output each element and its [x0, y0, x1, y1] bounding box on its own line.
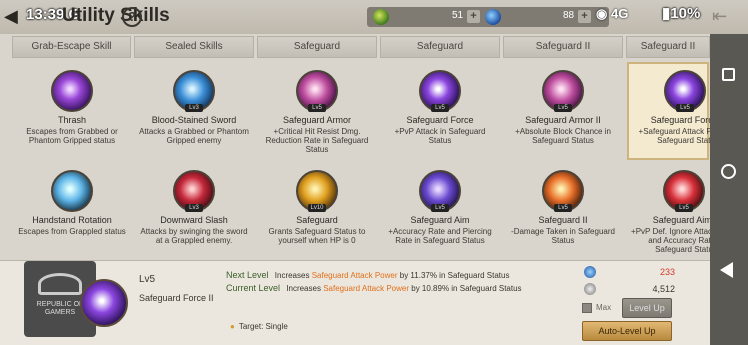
skill-safeguard-aim[interactable]: Lv5 Safeguard Aim +Accuracy Rate and Pie…	[379, 164, 501, 260]
current-level-label: Current Level	[226, 283, 281, 293]
category-grab-escape: Grab-Escape Skill	[12, 36, 131, 58]
selected-skill-name: Safeguard Force II	[139, 293, 214, 303]
next-level-stat: Safeguard Attack Power	[311, 271, 398, 280]
skill-name: Blood-Stained Sword	[151, 115, 237, 125]
currency-bar: 51 + 88 +	[367, 7, 609, 27]
signal-icon: ◉	[596, 6, 608, 21]
category-safeguard-ii-1: Safeguard II	[503, 36, 623, 58]
cost-1-value: 233	[659, 267, 675, 277]
next-level-row: Next Level Increases Safeguard Attack Po…	[226, 270, 510, 280]
skill-desc: Escapes from Grabbed or Phantom Gripped …	[26, 127, 118, 145]
category-safeguard-2: Safeguard	[380, 36, 500, 58]
skill-name: Safeguard II	[538, 215, 588, 225]
handstand-rotation-icon	[51, 170, 93, 212]
level-up-button[interactable]: Level Up	[622, 298, 672, 318]
level-badge: Lv5	[431, 104, 449, 112]
add-currency-2-button[interactable]: +	[578, 10, 591, 23]
skill-desc: +Accuracy Rate and Piercing Rate in Safe…	[388, 227, 492, 245]
skill-handstand-rotation[interactable]: Handstand Rotation Escapes from Grappled…	[11, 164, 133, 260]
currency-1-value: 51	[452, 10, 464, 21]
thrash-icon	[51, 70, 93, 112]
current-level-stat: Safeguard Attack Power	[323, 284, 410, 293]
skill-name: Thrash	[57, 115, 86, 125]
skill-desc: +Critical Hit Resist Dmg. Reduction Rate…	[265, 127, 369, 154]
skill-name: Safeguard	[296, 215, 338, 225]
selected-skill-level: Lv5	[139, 274, 156, 285]
skill-name: Safeguard Armor II	[525, 115, 601, 125]
skill-safeguard-armor-ii[interactable]: Lv5 Safeguard Armor II +Absolute Block C…	[502, 64, 624, 160]
category-safeguard-ii-2: Safeguard II	[626, 36, 710, 58]
skill-safeguard-force[interactable]: Lv5 Safeguard Force +PvP Attack in Safeg…	[379, 64, 501, 160]
blue-gem-icon	[584, 266, 596, 278]
rog-eye-icon	[38, 273, 82, 295]
signal-indicator: ◉ 4G	[596, 6, 629, 21]
next-level-label: Next Level	[226, 270, 269, 280]
target-info: ● Target: Single	[230, 322, 288, 331]
skill-name: Safeguard Armor	[282, 115, 352, 125]
android-nav-bar	[710, 34, 748, 345]
skill-safeguard[interactable]: Lv10 Safeguard Grants Safeguard Status t…	[256, 164, 378, 260]
level-badge: Lv5	[431, 204, 449, 212]
level-badge: Lv5	[554, 204, 572, 212]
skill-name: Safeguard Aim	[410, 215, 470, 225]
skill-grid: Thrash Escapes from Grabbed or Phantom G…	[0, 60, 741, 260]
nav-back-icon[interactable]	[720, 262, 733, 278]
cost-2-value: 4,512	[652, 284, 675, 294]
skill-safeguard-force-ii[interactable]: Lv5 Safeguard Force II +Safeguard Attack…	[627, 62, 737, 160]
skill-thrash[interactable]: Thrash Escapes from Grabbed or Phantom G…	[11, 64, 133, 160]
skill-safeguard-ii[interactable]: Lv5 Safeguard II -Damage Taken in Safegu…	[502, 164, 624, 260]
currency-2-value: 88	[563, 10, 575, 21]
back-arrow-icon[interactable]: ◀	[4, 6, 26, 26]
level-badge: Lv3	[185, 204, 203, 212]
category-header-row: Grab-Escape Skill Sealed Skills Safeguar…	[0, 36, 710, 60]
skill-desc: Escapes from Grappled status	[18, 227, 126, 236]
skill-safeguard-aim-ii[interactable]: Lv5 Safeguard Aim II +PvP Def. Ignore At…	[627, 164, 741, 260]
current-level-row: Current Level Increases Safeguard Attack…	[226, 283, 522, 293]
auto-level-up-button[interactable]: Auto-Level Up	[582, 321, 672, 341]
skill-desc: +Absolute Block Chance in Safeguard Stat…	[515, 127, 611, 145]
skill-name: Handstand Rotation	[32, 215, 112, 225]
level-badge: Lv5	[676, 104, 694, 112]
skill-blood-stained-sword[interactable]: Lv3 Blood-Stained Sword Attacks a Grabbe…	[133, 64, 255, 160]
category-sealed-skills: Sealed Skills	[134, 36, 254, 58]
level-badge: Lv5	[308, 104, 326, 112]
exit-icon[interactable]: ⇤	[712, 6, 734, 26]
skill-desc: +PvP Attack in Safeguard Status	[394, 127, 486, 145]
skill-name: Safeguard Force	[406, 115, 474, 125]
target-bullet-icon: ●	[230, 322, 235, 331]
recent-apps-icon[interactable]	[722, 68, 735, 81]
skill-downward-slash[interactable]: Lv3 Downward Slash Attacks by swinging t…	[133, 164, 255, 260]
silver-coin-icon	[584, 283, 596, 295]
category-safeguard-1: Safeguard	[257, 36, 377, 58]
level-badge: Lv5	[554, 104, 572, 112]
max-checkbox[interactable]	[582, 303, 592, 313]
skill-desc: Attacks by swinging the sword at a Grapp…	[140, 227, 248, 245]
page-title: Utility Skills	[62, 5, 170, 26]
skill-name: Downward Slash	[160, 215, 228, 225]
selected-skill-icon	[80, 279, 128, 327]
add-currency-1-button[interactable]: +	[467, 10, 480, 23]
level-badge: Lv3	[185, 104, 203, 112]
max-label: Max	[596, 303, 612, 312]
battery-indicator: ▮10%	[662, 5, 701, 22]
home-icon[interactable]	[721, 164, 736, 179]
level-info-box: Next Level Increases Safeguard Attack Po…	[222, 267, 572, 313]
green-currency-icon	[373, 9, 389, 25]
title-bar: ◀ 13:39 G Utility Skills ? 51 + 88 + ◉ 4…	[0, 0, 748, 34]
cost-row-blue: 233	[580, 266, 675, 280]
skill-desc: Attacks a Grabbed or Phantom Gripped ene…	[139, 127, 249, 145]
skill-desc: -Damage Taken in Safeguard Status	[511, 227, 615, 245]
level-badge: Lv10	[308, 204, 326, 212]
cost-row-silver: 4,512	[580, 283, 675, 297]
skill-safeguard-armor[interactable]: Lv5 Safeguard Armor +Critical Hit Resist…	[256, 64, 378, 160]
blue-currency-icon	[485, 9, 501, 25]
skill-detail-panel: REPUBLIC OF GAMERS Lv5 Safeguard Force I…	[0, 260, 710, 345]
help-icon[interactable]: ?	[122, 7, 142, 27]
skill-desc: Grants Safeguard Status to yourself when…	[268, 227, 366, 245]
level-badge: Lv5	[675, 204, 693, 212]
